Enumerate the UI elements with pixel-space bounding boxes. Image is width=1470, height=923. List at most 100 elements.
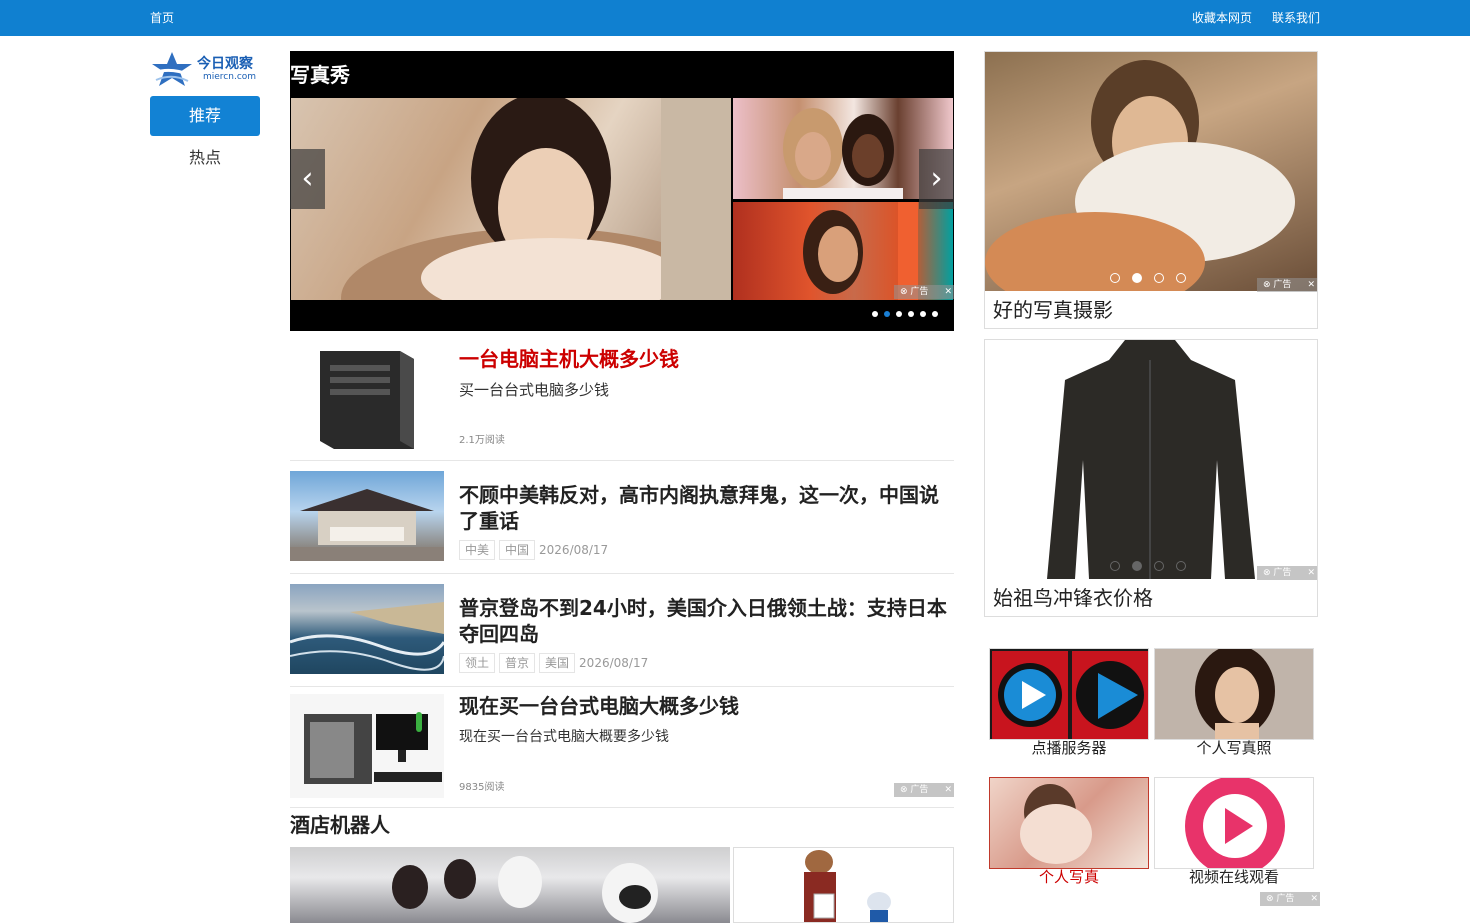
card-dot-active[interactable] <box>1132 561 1142 571</box>
card-dot[interactable] <box>1176 561 1186 571</box>
grid-label[interactable]: 点播服务器 <box>989 738 1149 758</box>
news-ad-tag[interactable]: ⊗ 广告 ✕ <box>894 783 954 797</box>
slide-photo-main[interactable] <box>291 98 731 300</box>
pc-tower-illustration <box>320 351 414 449</box>
portrait-illustration <box>1020 784 1092 864</box>
robot-cartoon-photo[interactable] <box>733 847 954 923</box>
news-item[interactable]: 一台电脑主机大概多少钱 买一台台式电脑多少钱 2.1万阅读 <box>290 331 954 461</box>
card-caption[interactable]: 好的写真摄影 <box>993 297 1113 323</box>
news-date: 2026/08/17 <box>579 656 649 670</box>
slide-dot[interactable] <box>872 311 878 317</box>
slide-dot-active[interactable] <box>884 311 890 317</box>
close-icon[interactable]: ✕ <box>1307 278 1315 292</box>
news-meta: 9835阅读 <box>459 782 505 793</box>
close-icon[interactable]: ✕ <box>1307 566 1315 580</box>
slide-dot[interactable] <box>920 311 926 317</box>
news-meta: 2.1万阅读 <box>459 435 505 446</box>
news-tag[interactable]: 美国 <box>539 653 576 673</box>
card-dot[interactable] <box>1154 561 1164 571</box>
grid-image[interactable] <box>1154 777 1314 869</box>
section-title: 酒店机器人 <box>290 813 390 837</box>
news-tags: 中美 中国 2026/08/17 <box>459 540 608 560</box>
news-item[interactable]: 不顾中美韩反对，高市内阁执意拜鬼，这一次，中国说了重话 中美 中国 2026/08/… <box>290 461 954 574</box>
card-dot[interactable] <box>1110 273 1120 283</box>
card-dots <box>1110 268 1198 287</box>
news-title[interactable]: 不顾中美韩反对，高市内阁执意拜鬼，这一次，中国说了重话 <box>459 482 949 534</box>
slideshow-ad-tag[interactable]: ⊗ 广告 ✕ <box>894 285 954 299</box>
slide-dot[interactable] <box>908 311 914 317</box>
card-dot[interactable] <box>1110 561 1120 571</box>
close-icon[interactable]: ✕ <box>944 285 952 299</box>
top-bar: 首页 收藏本网页 联系我们 <box>0 0 1470 36</box>
sidebar-ad-card[interactable]: ⊗ 广告 ✕ 好的写真摄影 <box>984 51 1318 329</box>
news-thumb[interactable] <box>290 471 444 561</box>
desktop-pc-illustration <box>304 712 442 784</box>
grid-image[interactable] <box>989 648 1149 740</box>
nav-recommend[interactable]: 推荐 <box>150 96 260 136</box>
news-item[interactable]: 普京登岛不到24小时，美国介入日俄领土战：支持日本夺回四岛 领土 普京 美国 2026… <box>290 574 954 687</box>
video-play-icon <box>1185 778 1285 868</box>
card-image[interactable] <box>985 52 1317 291</box>
robot-hotel-photo[interactable] <box>290 847 730 923</box>
grid-ad-tag[interactable]: ⊗ 广告 ✕ <box>1260 892 1320 906</box>
grid-label[interactable]: 个人写真照 <box>1154 738 1314 758</box>
coast-illustration <box>290 602 444 671</box>
news-title[interactable]: 现在买一台台式电脑大概多少钱 <box>459 693 739 719</box>
news-thumb[interactable] <box>290 345 444 450</box>
news-tag[interactable]: 领土 <box>459 653 496 673</box>
logo-brand: 今日观察 <box>197 56 253 72</box>
ad-label: 广告 <box>910 785 929 795</box>
card-dot[interactable] <box>1176 273 1186 283</box>
news-tags: 领土 普京 美国 2026/08/17 <box>459 653 648 673</box>
news-tag[interactable]: 中美 <box>459 540 496 560</box>
ad-label: 广告 <box>1276 894 1295 904</box>
slide-dot[interactable] <box>932 311 938 317</box>
robot-cartoon-illustration <box>804 850 891 922</box>
card-caption[interactable]: 始祖鸟冲锋衣价格 <box>993 585 1153 611</box>
ad-label: 广告 <box>1273 568 1292 578</box>
news-tag[interactable]: 普京 <box>499 653 536 673</box>
sidebar-ad-card[interactable]: ⊗ 广告 ✕ 始祖鸟冲锋衣价格 <box>984 339 1318 617</box>
ad-label: 广告 <box>1273 280 1292 290</box>
news-desc: 现在买一台台式电脑大概要多少钱 <box>459 729 669 745</box>
star-logo-icon <box>152 52 192 86</box>
nav-hot[interactable]: 热点 <box>150 146 260 170</box>
photo-slideshow: 写真秀 ‹ › ⊗ 广告 ✕ <box>290 51 954 331</box>
news-date: 2026/08/17 <box>539 543 609 557</box>
slideshow-next-button[interactable]: › <box>919 149 954 209</box>
portrait-illustration <box>985 60 1295 291</box>
jacket-illustration <box>1047 340 1255 579</box>
grid-image[interactable] <box>1154 648 1314 740</box>
close-icon[interactable]: ✕ <box>1310 892 1318 906</box>
slideshow-prev-button[interactable]: ‹ <box>290 149 325 209</box>
bookmark-link[interactable]: 收藏本网页 <box>1192 10 1252 26</box>
shrine-illustration <box>290 489 444 561</box>
close-icon[interactable]: ✕ <box>944 783 952 797</box>
card-dot[interactable] <box>1154 273 1164 283</box>
slideshow-dots <box>866 302 938 321</box>
news-thumb[interactable] <box>290 584 444 674</box>
grid-label[interactable]: 个人写真 <box>989 867 1149 887</box>
site-logo[interactable]: 今日观察 miercn.com <box>150 51 260 89</box>
logo-domain: miercn.com <box>203 72 257 82</box>
news-title[interactable]: 一台电脑主机大概多少钱 <box>459 346 679 372</box>
card-ad-tag[interactable]: ⊗ 广告 ✕ <box>1257 278 1317 292</box>
contact-link[interactable]: 联系我们 <box>1272 10 1320 26</box>
play-button-icon <box>992 651 1148 739</box>
home-link[interactable]: 首页 <box>150 10 174 26</box>
ad-label: 广告 <box>910 287 929 297</box>
slideshow-title: 写真秀 <box>290 63 350 87</box>
news-item[interactable]: 现在买一台台式电脑大概多少钱 现在买一台台式电脑大概要多少钱 9835阅读 ⊗ … <box>290 687 954 808</box>
portrait-illustration <box>1195 649 1275 739</box>
news-thumb[interactable] <box>290 694 444 798</box>
portrait-illustration <box>341 98 731 300</box>
news-title[interactable]: 普京登岛不到24小时，美国介入日俄领土战：支持日本夺回四岛 <box>459 595 949 647</box>
card-image[interactable] <box>985 340 1317 579</box>
robot-illustration <box>392 856 658 923</box>
card-ad-tag[interactable]: ⊗ 广告 ✕ <box>1257 566 1317 580</box>
slide-dot[interactable] <box>896 311 902 317</box>
news-tag[interactable]: 中国 <box>499 540 536 560</box>
grid-image[interactable] <box>989 777 1149 869</box>
grid-label[interactable]: 视频在线观看 <box>1154 867 1314 887</box>
card-dot-active[interactable] <box>1132 273 1142 283</box>
